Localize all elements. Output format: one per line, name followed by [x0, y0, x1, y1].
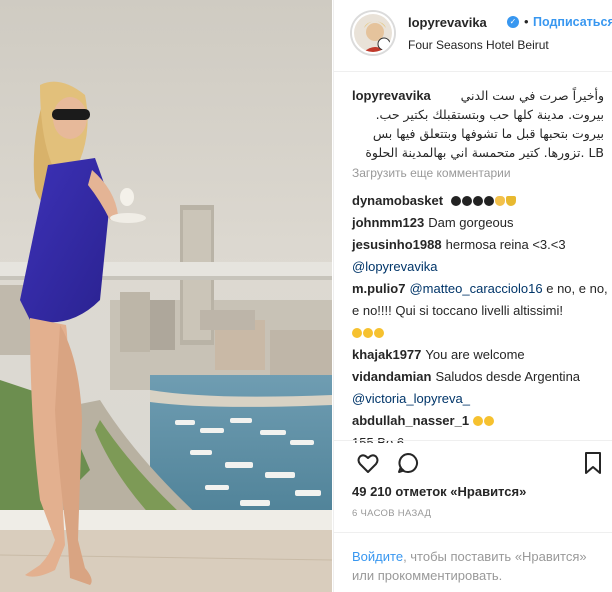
comment-text: You are welcome — [425, 347, 525, 362]
login-link[interactable]: Войдите — [352, 549, 403, 564]
comment-username[interactable]: johnmm123 — [352, 215, 424, 230]
post-timestamp: 6 ЧАСОВ НАЗАД — [352, 508, 432, 519]
heart-icon[interactable] — [356, 451, 380, 478]
avatar-image — [354, 14, 392, 52]
comments-list: dynamobasket johnmm123 Dam gorgeous jesus… — [352, 190, 610, 443]
post-actions — [334, 440, 612, 490]
comment-item: vidandamian Saludos desde Argentina @vict… — [352, 366, 610, 410]
comment-mention[interactable]: @matteo_caracciolo16 — [409, 281, 542, 296]
comment-username[interactable]: m.pulio7 — [352, 281, 405, 296]
likes-count[interactable]: 49 210 отметок «Нравится» — [352, 484, 526, 499]
comment-mention[interactable]: @lopyrevavika — [352, 259, 437, 274]
comment-text: Saludos desde Argentina — [435, 369, 581, 384]
post-photo-image — [0, 0, 332, 592]
hand-emoji-icon — [494, 196, 505, 206]
smile-emoji-icon — [363, 328, 373, 338]
comment-mention[interactable]: @victoria_lopyreva_ — [352, 391, 470, 406]
comment-item: johnmm123 Dam gorgeous — [352, 212, 610, 234]
basketball-emoji-icon — [461, 196, 472, 206]
comment-username[interactable]: khajak1977 — [352, 347, 421, 362]
post-photo[interactable] — [0, 0, 332, 592]
comment-item: m.pulio7 @matteo_caracciolo16 e no, e no,… — [352, 278, 610, 344]
login-prompt: Войдите, чтобы поставить «Нравится» или … — [334, 532, 612, 592]
separator-dot: • — [524, 14, 529, 29]
avatar[interactable] — [352, 12, 394, 54]
caption-line-2: بيروت. مدينة كلها حب وبتستقبلك بكتير حب. — [375, 107, 604, 122]
comment-item: jesusinho1988 hermosa reina <3.<3 @lopyre… — [352, 234, 610, 278]
post-caption: lopyrevavika وأخيراً صرت في ست الدني بير… — [352, 86, 604, 162]
post-side-panel: lopyrevavika ✓ • Подписаться Four Season… — [333, 0, 612, 592]
comment-text: hermosa reina <3.<3 — [445, 237, 566, 252]
caption-line-3: بيروت بتحبها قبل ما تشوفها وبتتعلق فيها … — [372, 126, 604, 141]
astonished-emoji-icon — [473, 416, 484, 426]
login-prompt-text: Войдите, чтобы поставить «Нравится» или … — [352, 547, 602, 585]
comment-item: khajak1977 You are welcome — [352, 344, 610, 366]
post-location[interactable]: Four Seasons Hotel Beirut — [408, 38, 549, 52]
comment-item: dynamobasket — [352, 190, 610, 212]
trophy-emoji-icon — [505, 196, 516, 206]
basketball-emoji-icon — [450, 196, 461, 206]
comment-item: abdullah_nasser_1 — [352, 410, 610, 432]
basketball-emoji-icon — [472, 196, 483, 206]
post-header: lopyrevavika ✓ • Подписаться Four Season… — [334, 0, 612, 72]
comment-icon[interactable] — [396, 451, 420, 478]
comment-text: Dam gorgeous — [428, 215, 514, 230]
follow-button[interactable]: Подписаться — [533, 15, 612, 29]
smile-emoji-icon — [352, 328, 362, 338]
comment-username[interactable]: jesusinho1988 — [352, 237, 442, 252]
comment-username[interactable]: abdullah_nasser_1 — [352, 413, 469, 428]
caption-line-4: LB .تزورها. كتير متحمسة اني بهالمدينة ال… — [365, 145, 604, 160]
bookmark-icon[interactable] — [584, 451, 602, 478]
load-more-comments-button[interactable]: Загрузить еще комментарии — [352, 166, 511, 180]
smile-emoji-icon — [374, 328, 384, 338]
comment-username[interactable]: vidandamian — [352, 369, 431, 384]
post-author-username[interactable]: lopyrevavika — [408, 15, 487, 30]
verified-badge-icon: ✓ — [507, 16, 519, 28]
caption-username[interactable]: lopyrevavika — [352, 86, 431, 105]
caption-line-1: وأخيراً صرت في ست الدني — [460, 88, 604, 103]
basketball-emoji-icon — [483, 196, 494, 206]
comment-username[interactable]: dynamobasket — [352, 193, 443, 208]
astonished-emoji-icon — [484, 416, 495, 426]
